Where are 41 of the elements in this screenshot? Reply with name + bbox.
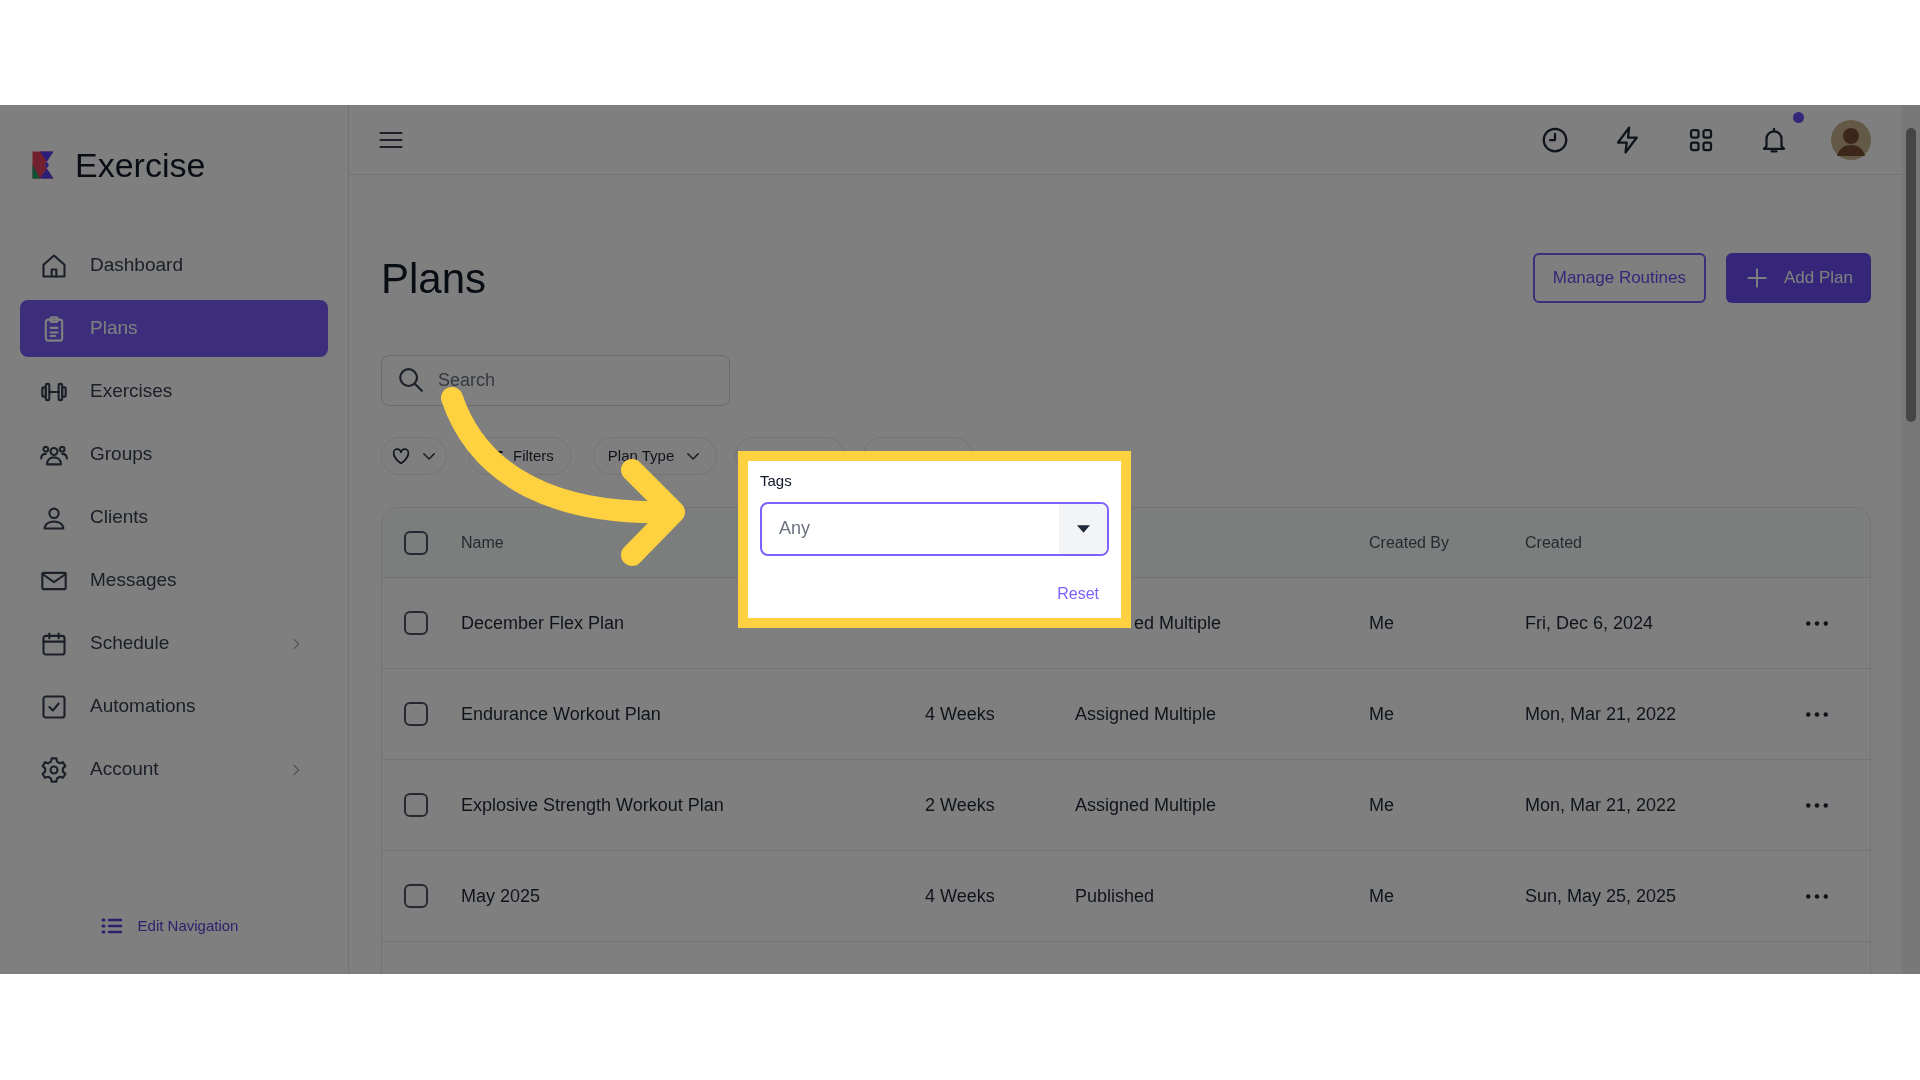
- table-cell-text: December Flex Plan: [461, 611, 626, 635]
- column-header: Created: [1525, 532, 1583, 553]
- table-cell-text: Explosive Strength Workout Plan: [461, 793, 725, 817]
- table-cell: Assigned Multiple: [1075, 703, 1217, 724]
- table-cell-text: Me: [1369, 793, 1395, 817]
- sidebar-item[interactable]: Schedule: [20, 615, 328, 672]
- column-header: Created By: [1369, 532, 1451, 553]
- table-cell-text: Mon, Mar 21, 2022: [1525, 793, 1678, 817]
- add-plan-button[interactable]: Add Plan: [1726, 253, 1871, 303]
- table-cell-text: Fri, Dec 6, 2024: [1525, 611, 1655, 635]
- edit-navigation-link[interactable]: Edit Navigation: [99, 914, 239, 938]
- table-cell-text: 2 Weeks: [925, 793, 996, 817]
- search-field[interactable]: Search: [381, 355, 730, 406]
- field-label: Tags: [760, 471, 793, 491]
- sidebar-item[interactable]: Groups: [20, 426, 328, 483]
- table-cell: Published: [1075, 885, 1155, 906]
- column-header: Name: [461, 532, 505, 553]
- table-cell: ed Multiple: [1134, 612, 1222, 633]
- table-cell-text: Sun, May 25, 2025: [1525, 884, 1678, 908]
- page-title: Plans: [381, 253, 487, 304]
- sidebar-item[interactable]: Dashboard: [20, 237, 328, 294]
- plan-type-dropdown[interactable]: Plan Type: [592, 437, 718, 475]
- app-name: Exercise: [75, 148, 206, 182]
- table-cell-text: 4 Weeks: [925, 884, 996, 908]
- table-cell-text: Me: [1369, 702, 1395, 726]
- table-cell-text: May 2025: [461, 884, 542, 908]
- reset-button[interactable]: Reset: [1057, 582, 1099, 606]
- sidebar-item[interactable]: Account: [20, 741, 328, 798]
- sidebar-item[interactable]: Exercises: [20, 363, 328, 420]
- table-cell-text: Endurance Workout Plan: [461, 702, 662, 726]
- table-cell-text: Me: [1369, 884, 1395, 908]
- sidebar-item[interactable]: Automations: [20, 678, 328, 735]
- table-cell-text: Mon, Mar 21, 2022: [1525, 702, 1678, 726]
- sidebar-item[interactable]: Messages: [20, 552, 328, 609]
- table-cell: Assigned Multiple: [1075, 794, 1217, 815]
- sidebar-item[interactable]: Clients: [20, 489, 328, 546]
- manage-routines-button[interactable]: Manage Routines: [1532, 253, 1706, 303]
- table-cell-text: Me: [1369, 611, 1395, 635]
- table-cell-text: 4 Weeks: [925, 702, 996, 726]
- tags-select[interactable]: Any: [760, 501, 1109, 556]
- sidebar-item[interactable]: Plans: [20, 300, 328, 357]
